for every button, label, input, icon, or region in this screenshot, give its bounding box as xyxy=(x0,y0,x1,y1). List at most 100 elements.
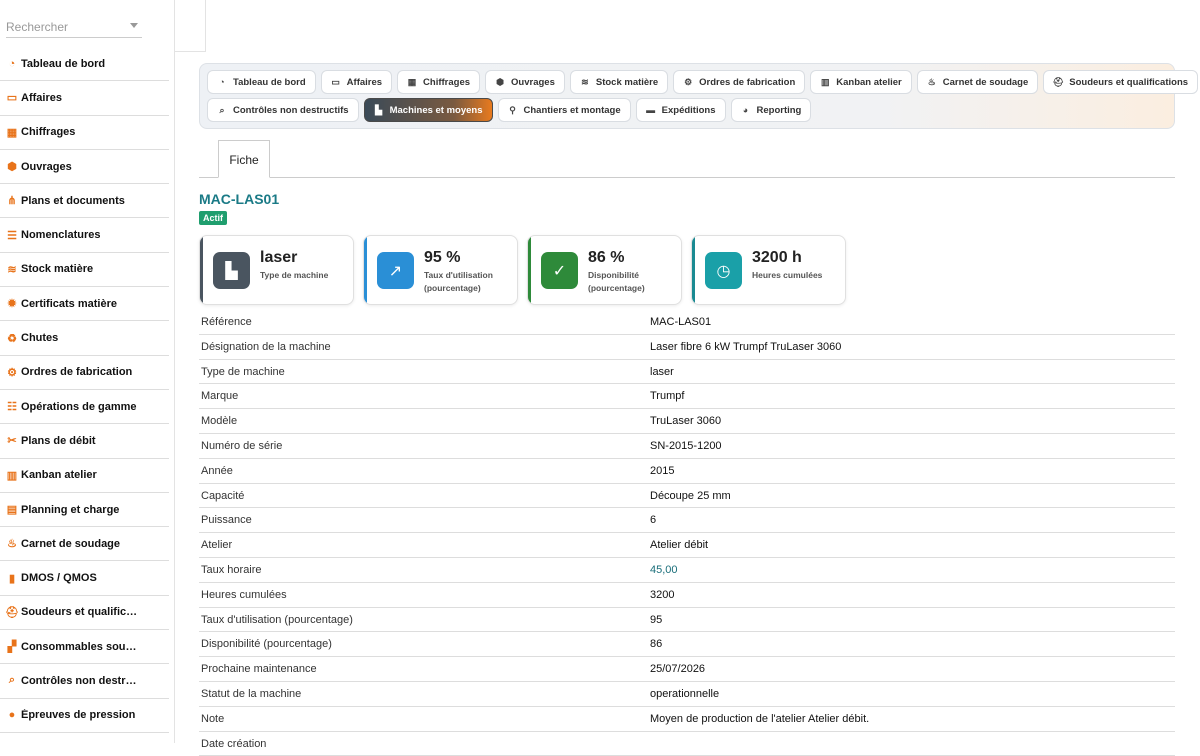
table-row: Modèle TruLaser 3060 xyxy=(199,409,1175,434)
sidebar-item-label: Épreuves de pression xyxy=(21,709,136,722)
sidebar-item[interactable]: ♻ Chutes xyxy=(0,321,169,356)
module-tab[interactable]: ⛑ Soudeurs et qualifications xyxy=(1043,70,1199,94)
table-row: Atelier Atelier débit xyxy=(199,533,1175,558)
field-value: Atelier débit xyxy=(650,539,709,552)
factory-icon: ▙ xyxy=(213,252,250,289)
module-tab[interactable]: ◔ Tableau de bord xyxy=(207,70,316,94)
field-value: 2015 xyxy=(650,464,675,477)
briefcase-icon: ▭ xyxy=(331,76,340,87)
calculator-icon: ▦ xyxy=(6,126,18,139)
module-tab[interactable]: ♨ Carnet de soudage xyxy=(916,70,1039,94)
table-row: Type de machine laser xyxy=(199,360,1175,385)
kpi-accent-bar xyxy=(200,236,203,304)
field-value: MAC-LAS01 xyxy=(650,316,712,328)
box-icon: ⬢ xyxy=(7,161,17,174)
field-value: Découpe 25 mm xyxy=(650,489,731,502)
field-value: TruLaser 3060 xyxy=(650,415,722,428)
kpi-value: laser xyxy=(260,249,298,266)
kpi-accent-bar xyxy=(364,236,367,304)
module-tab[interactable]: ▙ Machines et moyens xyxy=(363,98,493,122)
sidebar-item[interactable]: ⚙ Ordres de fabrication xyxy=(0,356,169,390)
cogs-icon: ⚙ xyxy=(684,76,693,87)
module-tab[interactable]: ▥ Kanban atelier xyxy=(810,70,912,94)
field-value: SN-2015-1200 xyxy=(650,439,722,452)
module-tab[interactable]: ≋ Stock matière xyxy=(569,70,669,94)
table-row: Numéro de série SN-2015-1200 xyxy=(199,434,1175,459)
sidebar-item-label: Opérations de gamme xyxy=(21,400,137,413)
cogs-icon: ⚙ xyxy=(7,366,17,379)
module-tab[interactable]: ⚙ Ordres de fabrication xyxy=(673,70,806,94)
dashboard-icon: ◔ xyxy=(219,77,225,87)
search-placeholder: Rechercher xyxy=(6,20,69,34)
sidebar-nav: ◔ Tableau de bord ▭ Affaires ▦ Chiffrages ⬢ Ouv… xyxy=(0,47,169,733)
sidebar-item[interactable]: ⛑ Soudeurs et qualific… xyxy=(0,596,169,631)
sidebar-item[interactable]: ☷ Opérations de gamme xyxy=(0,390,169,425)
magnifier-icon: ⌕ xyxy=(219,104,225,115)
module-tab[interactable]: ⌕ Contrôles non destructifs xyxy=(207,98,359,122)
table-row: Référence MAC-LAS01 xyxy=(199,310,1175,335)
truck-icon: ▬ xyxy=(646,105,656,115)
kpi-card: ↗ 95 % Taux d'utilisation (pourcentage) xyxy=(363,235,518,305)
module-tab[interactable]: ▬ Expéditions xyxy=(635,98,726,122)
module-tab[interactable]: ▭ Affaires xyxy=(320,70,393,94)
sidebar-item[interactable]: ✹ Certificats matière xyxy=(0,287,169,322)
sidebar-item-label: Tableau de bord xyxy=(21,57,106,70)
table-row: Taux d'utilisation (pourcentage) 95 xyxy=(199,608,1175,633)
sidebar-item-label: Affaires xyxy=(21,91,62,104)
field-label: Puissance xyxy=(201,514,252,527)
field-value: operationnelle xyxy=(650,687,720,700)
sidebar-item[interactable]: ▦ Chiffrages xyxy=(0,116,169,150)
kpi-card: ▙ laser Type de machine xyxy=(199,235,354,305)
sidebar-search-select[interactable]: Rechercher xyxy=(6,14,142,38)
sidebar-item-label: Plans de débit xyxy=(21,434,96,447)
sidebar-item[interactable]: ▞ Consommables sou… xyxy=(0,630,169,665)
sidebar-item-label: Nomenclatures xyxy=(21,229,101,242)
sidebar-item[interactable]: ◔ Tableau de bord xyxy=(0,47,169,82)
flame-icon: ♨ xyxy=(7,538,17,551)
sidebar-item[interactable]: ✂ Plans de débit xyxy=(0,424,169,459)
sidebar-item[interactable]: ⬢ Ouvrages xyxy=(0,150,169,185)
chevron-down-icon[interactable] xyxy=(130,23,138,28)
sidebar-item-label: Ouvrages xyxy=(21,160,72,173)
field-value: Laser fibre 6 kW Trumpf TruLaser 3060 xyxy=(650,340,842,353)
tab-row-1: ◔ Tableau de bord ▭ Affaires ▦ Chiffrages ⬢ Ouv… xyxy=(207,70,1199,94)
field-label: Prochaine maintenance xyxy=(201,663,317,676)
subtab-fiche[interactable]: Fiche xyxy=(218,140,270,178)
sidebar-item[interactable]: ● Épreuves de pression xyxy=(0,699,169,733)
sidebar-item[interactable]: ▮ DMOS / QMOS xyxy=(0,561,169,596)
box-icon: ⬢ xyxy=(496,76,504,87)
kpi-value: 95 % xyxy=(424,249,461,266)
flame-icon: ♨ xyxy=(927,76,936,87)
field-label: Modèle xyxy=(201,415,238,428)
table-row: Prochaine maintenance 25/07/2026 xyxy=(199,657,1175,682)
factory-icon: ▙ xyxy=(375,104,383,115)
layers-icon: ≋ xyxy=(7,263,17,276)
magnifier-icon: ⌕ xyxy=(8,674,16,687)
field-value[interactable]: 45,00 xyxy=(650,564,678,576)
tab-label: Kanban atelier xyxy=(836,76,902,88)
table-row: Statut de la machine operationnelle xyxy=(199,682,1175,707)
table-row: Puissance 6 xyxy=(199,508,1175,534)
field-value: Trumpf xyxy=(650,390,685,403)
scissors-icon: ✂ xyxy=(7,435,17,448)
sidebar-item[interactable]: ▥ Kanban atelier xyxy=(0,459,169,493)
field-label: Taux d'utilisation (pourcentage) xyxy=(201,613,353,626)
check-circle-icon: ✓ xyxy=(541,252,578,289)
tab-row-2: ⌕ Contrôles non destructifs ▙ Machines et m… xyxy=(207,98,1174,122)
sidebar-item[interactable]: ▤ Planning et charge xyxy=(0,493,169,528)
sidebar-item[interactable]: ⌕ Contrôles non destr… xyxy=(0,664,169,699)
tab-label: Soudeurs et qualifications xyxy=(1069,76,1189,88)
sidebar-item[interactable]: ≋ Stock matière xyxy=(0,253,169,288)
tab-label: Machines et moyens xyxy=(389,104,483,116)
sidebar-item[interactable]: ☰ Nomenclatures xyxy=(0,218,169,253)
sidebar-item[interactable]: ▭ Affaires xyxy=(0,81,169,116)
sidebar-item[interactable]: ♨ Carnet de soudage xyxy=(0,527,169,562)
module-tab[interactable]: ⚲ Chantiers et montage xyxy=(497,98,631,122)
sidebar-item-label: Certificats matière xyxy=(21,297,117,310)
module-tab[interactable]: ◕ Reporting xyxy=(730,98,812,122)
sidebar-item[interactable]: ⋔ Plans et documents xyxy=(0,184,169,219)
module-tab[interactable]: ⬢ Ouvrages xyxy=(485,70,565,94)
module-tab[interactable]: ▦ Chiffrages xyxy=(397,70,481,94)
field-label: Marque xyxy=(201,390,239,403)
table-row: Note Moyen de production de l'atelier Ate… xyxy=(199,707,1175,732)
